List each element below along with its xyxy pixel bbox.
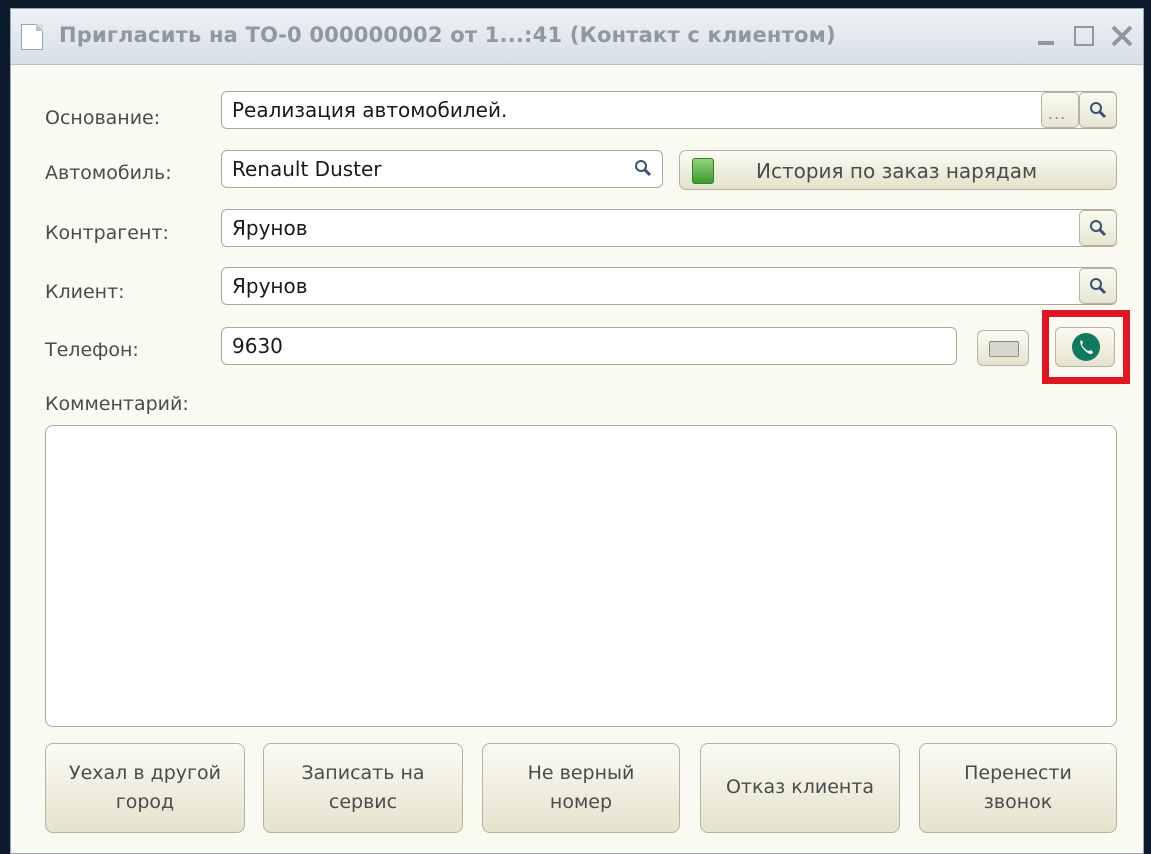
comment-textarea[interactable]	[45, 425, 1117, 727]
keyboard-button[interactable]	[977, 330, 1029, 366]
contact-dialog-window: Пригласить на ТО-0 000000002 от 1...:41 …	[10, 8, 1144, 854]
reschedule-call-button[interactable]: Перенести звонок	[919, 743, 1117, 833]
document-icon	[692, 158, 714, 184]
minimize-button[interactable]	[1031, 21, 1061, 51]
keyboard-icon	[989, 341, 1019, 357]
car-search-button[interactable]	[625, 151, 663, 187]
client-refusal-button[interactable]: Отказ клиента	[700, 743, 900, 833]
counterparty-label: Контрагент:	[45, 222, 169, 244]
action-label-line2: звонок	[983, 791, 1053, 813]
action-label-line1: Перенести	[964, 761, 1072, 784]
counterparty-field[interactable]: Ярунов	[221, 209, 1117, 247]
history-orders-button[interactable]: История по заказ нарядам	[679, 150, 1117, 190]
basis-search-button[interactable]	[1079, 92, 1117, 128]
window-title: Пригласить на ТО-0 000000002 от 1...:41 …	[59, 23, 836, 47]
action-label-line2: город	[115, 791, 175, 813]
call-button-highlight	[1042, 310, 1130, 384]
document-icon	[21, 24, 43, 50]
client-label: Клиент:	[45, 281, 125, 303]
title-bar: Пригласить на ТО-0 000000002 от 1...:41 …	[11, 9, 1143, 65]
phone-field[interactable]: 9630	[221, 327, 957, 365]
client-field[interactable]: Ярунов	[221, 267, 1117, 305]
maximize-button[interactable]	[1069, 21, 1099, 51]
ellipsis-icon: ...	[1048, 104, 1067, 123]
history-orders-label: История по заказ нарядам	[756, 159, 1038, 183]
basis-select-button[interactable]: ...	[1041, 92, 1079, 128]
search-icon	[1090, 102, 1107, 119]
basis-label: Основание:	[45, 107, 161, 129]
client-search-button[interactable]	[1079, 268, 1117, 304]
comment-label: Комментарий:	[45, 393, 189, 415]
close-icon	[1111, 25, 1133, 47]
action-label-line2: сервис	[328, 791, 398, 813]
wrong-number-button[interactable]: Не верный номер	[482, 743, 680, 833]
action-label-line2: номер	[549, 791, 613, 813]
minimize-icon	[1038, 41, 1054, 45]
counterparty-search-button[interactable]	[1079, 210, 1117, 246]
car-label: Автомобиль:	[45, 162, 172, 184]
search-icon	[635, 160, 652, 177]
car-field[interactable]: Renault Duster	[221, 150, 663, 188]
counterparty-value: Ярунов	[232, 216, 308, 240]
moved-to-other-city-button[interactable]: Уехал в другой город	[45, 743, 245, 833]
action-label-line1: Отказ клиента	[725, 776, 875, 799]
basis-value: Реализация автомобилей.	[232, 98, 508, 122]
book-service-button[interactable]: Записать на сервис	[263, 743, 463, 833]
action-label-line1: Записать на	[301, 761, 425, 784]
close-button[interactable]	[1107, 21, 1137, 51]
maximize-icon	[1074, 26, 1094, 46]
search-icon	[1090, 278, 1107, 295]
action-label-line1: Уехал в другой	[69, 761, 221, 784]
phone-value: 9630	[232, 334, 283, 358]
phone-label: Телефон:	[45, 339, 139, 361]
client-value: Ярунов	[232, 274, 308, 298]
search-icon	[1090, 220, 1107, 237]
basis-field[interactable]: Реализация автомобилей.	[221, 91, 1117, 129]
action-label-line1: Не верный	[527, 761, 635, 784]
car-value: Renault Duster	[232, 157, 382, 181]
